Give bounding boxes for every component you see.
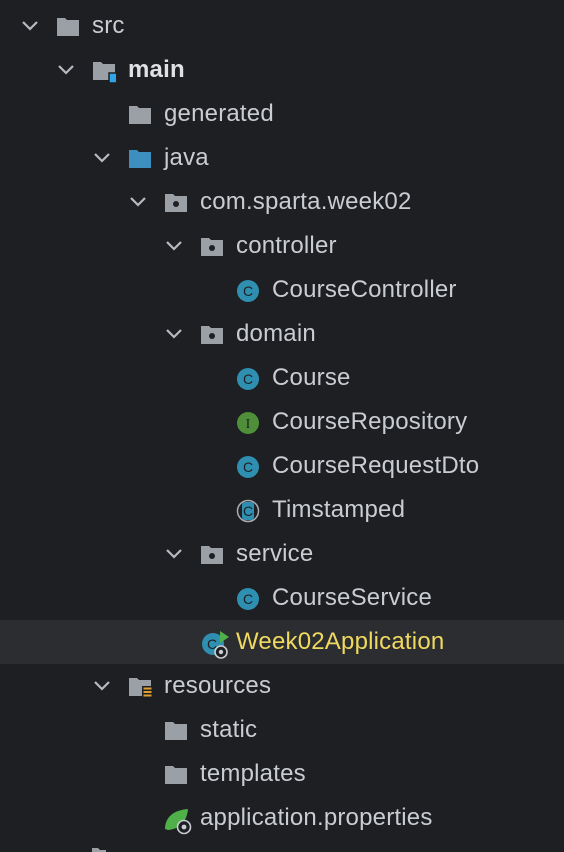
- folder-icon: [165, 766, 187, 784]
- tree-label-timstamped: Timstamped: [272, 496, 406, 523]
- folder-icon: [92, 848, 106, 852]
- chevron-down-icon[interactable]: [20, 16, 40, 36]
- tree-item-course-request-dto[interactable]: C CourseRequestDto: [0, 444, 564, 488]
- tree-label-resources: resources: [164, 672, 272, 699]
- chevron-down-icon[interactable]: [128, 192, 148, 212]
- tree-label-src: src: [92, 12, 125, 39]
- tree-item-domain[interactable]: domain: [0, 312, 564, 356]
- tree-label-course-service: CourseService: [272, 584, 432, 611]
- package-icon: [201, 238, 223, 256]
- project-tree: src main generated java com.sparta.week0…: [0, 0, 564, 852]
- tree-label-templates: templates: [200, 760, 306, 787]
- class-icon: C: [237, 368, 259, 390]
- tree-item-controller[interactable]: controller: [0, 224, 564, 268]
- tree-label-domain: domain: [236, 320, 316, 347]
- tree-label-static: static: [200, 716, 258, 743]
- tree-label-java: java: [164, 144, 209, 171]
- svg-text:I: I: [246, 417, 251, 432]
- spring-properties-icon: [165, 809, 192, 835]
- tree-label-controller: controller: [236, 232, 337, 259]
- package-icon: [165, 194, 187, 212]
- tree-item-src[interactable]: src: [0, 4, 564, 48]
- tree-item-generated[interactable]: generated: [0, 92, 564, 136]
- folder-icon: [165, 722, 187, 740]
- svg-text:C: C: [243, 503, 253, 519]
- tree-item-package[interactable]: com.sparta.week02: [0, 180, 564, 224]
- tree-item-static[interactable]: static: [0, 708, 564, 752]
- package-icon: [201, 326, 223, 344]
- tree-label-course-request-dto: CourseRequestDto: [272, 452, 480, 479]
- chevron-down-icon[interactable]: [164, 324, 184, 344]
- folder-icon: [129, 106, 151, 124]
- tree-item-course-controller[interactable]: C CourseController: [0, 268, 564, 312]
- svg-text:C: C: [243, 371, 253, 387]
- abstract-class-icon: C: [236, 499, 260, 523]
- tree-item-templates[interactable]: templates: [0, 752, 564, 796]
- tree-label-course-controller: CourseController: [272, 276, 457, 303]
- tree-label-application-properties: application.properties: [200, 804, 433, 831]
- chevron-down-icon[interactable]: [164, 544, 184, 564]
- spring-boot-app-icon: C: [202, 631, 229, 659]
- interface-icon: I: [237, 412, 259, 434]
- svg-text:C: C: [243, 283, 253, 299]
- tree-label-service: service: [236, 540, 314, 567]
- tree-item-partial: [0, 836, 564, 852]
- svg-text:C: C: [243, 459, 253, 475]
- tree-item-java[interactable]: java: [0, 136, 564, 180]
- chevron-down-icon[interactable]: [92, 148, 112, 168]
- class-icon: C: [237, 588, 259, 610]
- package-icon: [201, 546, 223, 564]
- folder-icon: [57, 18, 79, 36]
- tree-label-generated: generated: [164, 100, 274, 127]
- tree-item-timstamped[interactable]: C Timstamped: [0, 488, 564, 532]
- chevron-down-icon[interactable]: [56, 60, 76, 80]
- tree-item-course-service[interactable]: C CourseService: [0, 576, 564, 620]
- tree-label-course-repository: CourseRepository: [272, 408, 468, 435]
- chevron-down-icon[interactable]: [164, 236, 184, 256]
- tree-item-resources[interactable]: resources: [0, 664, 564, 708]
- class-icon: C: [237, 280, 259, 302]
- tree-item-main[interactable]: main: [0, 48, 564, 92]
- source-root-folder-icon: [129, 150, 151, 168]
- tree-label-course: Course: [272, 364, 351, 391]
- tree-item-application-properties[interactable]: application.properties: [0, 796, 564, 840]
- svg-text:C: C: [243, 591, 253, 607]
- tree-label-main: main: [128, 56, 185, 83]
- module-folder-icon: [93, 62, 116, 83]
- class-icon: C: [237, 456, 259, 478]
- tree-item-week02-application[interactable]: C Week02Application: [0, 620, 564, 664]
- resources-folder-icon: [129, 678, 152, 699]
- tree-label-week02-application: Week02Application: [236, 628, 445, 655]
- tree-item-service[interactable]: service: [0, 532, 564, 576]
- tree-label-package: com.sparta.week02: [200, 188, 412, 215]
- chevron-down-icon[interactable]: [92, 676, 112, 696]
- tree-item-course-repository[interactable]: I CourseRepository: [0, 400, 564, 444]
- tree-item-course[interactable]: C Course: [0, 356, 564, 400]
